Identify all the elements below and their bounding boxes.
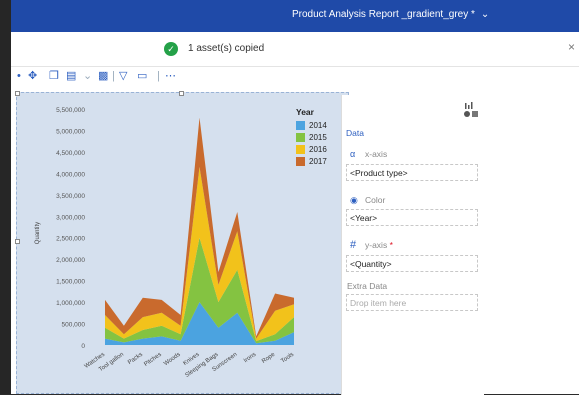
x-tick-label: Irons: [243, 352, 257, 365]
text-type-icon: α: [350, 149, 356, 159]
extra-data-label: Extra Data: [347, 281, 388, 291]
number-type-icon: #: [350, 239, 357, 251]
visualization-type-icon[interactable]: [462, 101, 480, 119]
filter-icon[interactable]: ▽: [119, 69, 127, 83]
y-tick-label: 4,500,000: [56, 150, 85, 157]
report-canvas: ✓ 1 asset(s) copied × • ✥ ❐ ▤ ⌄ ▩ | ▽ ▭ …: [11, 32, 579, 395]
xaxis-slot[interactable]: <Product type>: [346, 164, 478, 181]
yaxis-label-text: y-axis: [365, 240, 388, 250]
report-title[interactable]: Product Analysis Report _gradient_grey *…: [292, 9, 489, 20]
y-tick-label: 2,500,000: [56, 236, 85, 243]
legend-item-2015[interactable]: 2015: [296, 131, 327, 143]
divider: |: [157, 70, 160, 82]
data-section-title: Data: [346, 128, 364, 138]
xaxis-slot-label: α x-axis: [350, 149, 387, 159]
x-tick-label: Rope: [261, 351, 277, 365]
delete-icon[interactable]: ▩: [98, 69, 108, 83]
y-tick-label: 500,000: [62, 322, 86, 329]
x-tick-label: Tools: [280, 352, 295, 365]
color-slot-label: ◉ Color: [350, 195, 385, 206]
legend-title: Year: [296, 107, 314, 117]
toast-message: 1 asset(s) copied: [188, 43, 265, 54]
close-icon[interactable]: ×: [568, 40, 575, 54]
left-dark-strip: [0, 0, 11, 394]
report-title-text: Product Analysis Report _gradient_grey *: [292, 9, 475, 20]
legend-label: 2014: [309, 120, 327, 130]
chart-widget[interactable]: 0 500,000 1,000,000 1,500,000 2,000,000 2,500…: [15, 91, 349, 394]
y-tick-label: 3,000,000: [56, 214, 85, 221]
color-slot[interactable]: <Year>: [346, 209, 478, 226]
color-palette-icon: ◉: [350, 195, 358, 205]
x-tick-label: Pitches: [143, 352, 163, 368]
divider: |: [112, 70, 115, 82]
success-check-icon: ✓: [164, 42, 178, 56]
pin-icon[interactable]: •: [17, 69, 21, 83]
data-properties-panel: Data α x-axis <Product type> ◉ Color <Year…: [341, 95, 484, 395]
notification-toast: ✓ 1 asset(s) copied ×: [11, 32, 579, 67]
x-tick-label: Packs: [127, 352, 144, 366]
y-tick-label: 2,000,000: [56, 257, 85, 264]
copy-icon[interactable]: ❐: [49, 69, 59, 83]
legend-label: 2015: [309, 132, 327, 142]
chevron-down-icon[interactable]: ⌄: [481, 9, 489, 20]
legend-item-2014[interactable]: 2014: [296, 119, 327, 131]
layout-icon[interactable]: ▭: [137, 69, 147, 83]
yaxis-slot[interactable]: <Quantity>: [346, 255, 478, 272]
widget-toolbar: • ✥ ❐ ▤ ⌄ ▩ | ▽ ▭ | ⋯: [11, 66, 579, 86]
y-tick-label: 5,500,000: [56, 107, 85, 114]
app-header-bar: Product Analysis Report _gradient_grey *…: [0, 0, 579, 32]
legend-item-2016[interactable]: 2016: [296, 143, 327, 155]
legend-item-2017[interactable]: 2017: [296, 155, 327, 167]
legend-label: 2017: [309, 156, 327, 166]
y-tick-label: 1,500,000: [56, 279, 85, 286]
y-tick-label: 3,500,000: [56, 193, 85, 200]
paste-icon[interactable]: ▤: [66, 69, 76, 83]
xaxis-label-text: x-axis: [365, 149, 388, 159]
more-icon[interactable]: ⋯: [165, 69, 176, 83]
color-label-text: Color: [365, 195, 386, 205]
y-axis-title: Quantity: [35, 222, 41, 244]
required-marker: *: [389, 240, 393, 250]
y-tick-label: 1,000,000: [56, 300, 85, 307]
chart-legend: Year 2014 2015 2016 2017: [296, 107, 327, 167]
move-icon[interactable]: ✥: [28, 69, 37, 83]
legend-label: 2016: [309, 144, 327, 154]
x-tick-label: Woods: [163, 352, 182, 368]
y-tick-label: 5,000,000: [56, 128, 85, 135]
y-tick-label: 4,000,000: [56, 171, 85, 178]
dropdown-icon[interactable]: ⌄: [83, 69, 92, 83]
yaxis-slot-label: # y-axis *: [350, 239, 393, 251]
extra-data-dropzone[interactable]: Drop item here: [346, 294, 478, 311]
y-tick-label: 0: [81, 343, 85, 350]
